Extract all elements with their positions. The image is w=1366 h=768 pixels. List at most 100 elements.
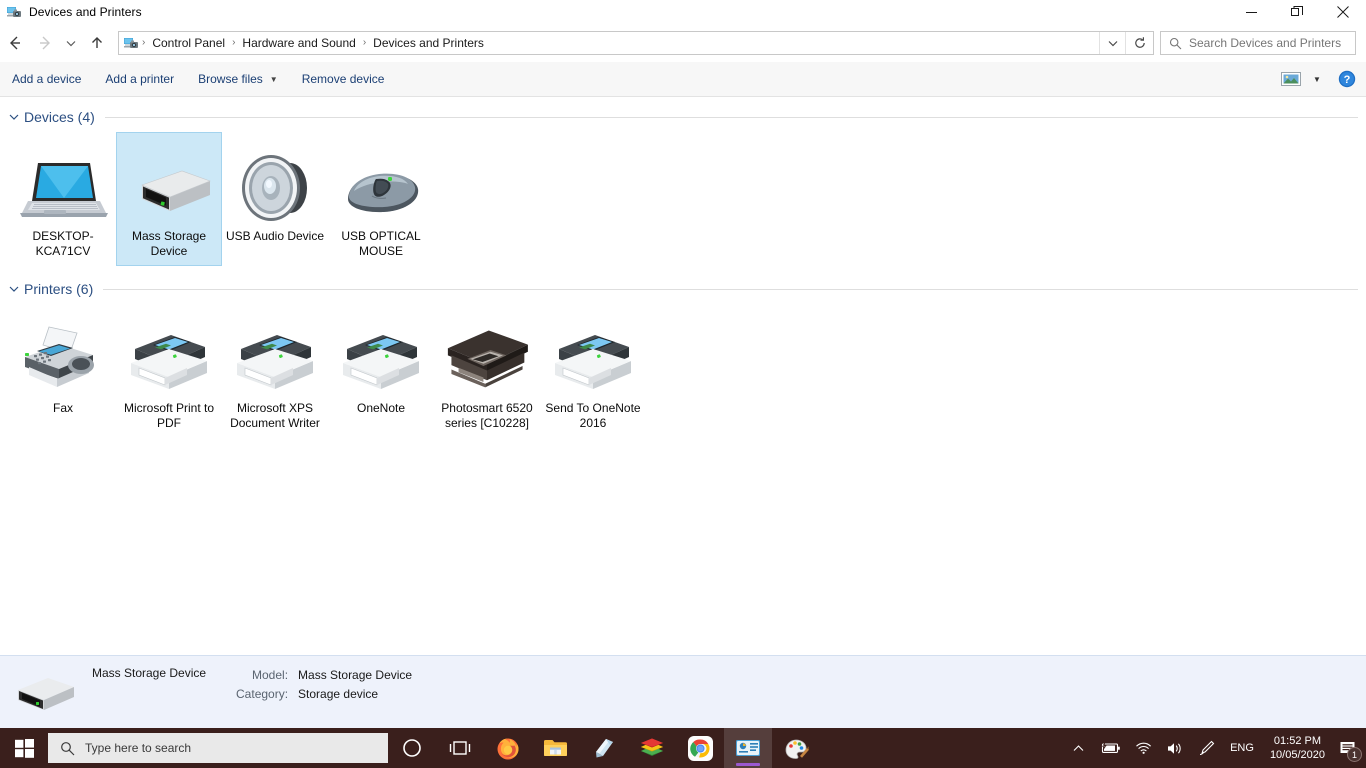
refresh-button[interactable] [1125,32,1153,54]
external-drive-icon [121,139,217,225]
mouse-icon [333,139,429,225]
printers-tile-row: Fax Microsoft Print to PDF Microsoft XPS… [0,300,1366,438]
taskbar-search-input[interactable]: Type here to search [85,741,191,755]
chevron-down-icon[interactable] [8,111,22,123]
browse-files-label: Browse files [198,72,263,86]
printer-label: Microsoft Print to PDF [123,401,215,430]
clock-date: 10/05/2020 [1269,749,1325,761]
search-box[interactable]: Search Devices and Printers [1160,31,1356,55]
address-history-dropdown[interactable] [1099,32,1125,54]
add-a-printer-button[interactable]: Add a printer [93,66,186,92]
details-key-model: Model: [252,668,289,682]
printer-tile-print-to-pdf[interactable]: Microsoft Print to PDF [116,304,222,438]
forward-button[interactable] [30,28,60,58]
printer-tile-xps-writer[interactable]: Microsoft XPS Document Writer [222,304,328,438]
start-button[interactable] [0,728,48,768]
chevron-down-icon[interactable] [8,283,22,295]
laptop-icon [15,139,111,225]
device-label: DESKTOP-KCA71CV [32,229,94,258]
details-row-model: Model: Mass Storage Device [232,666,412,685]
external-drive-icon [0,656,92,729]
remove-device-label: Remove device [301,72,385,86]
add-a-device-button[interactable]: Add a device [0,66,93,92]
details-value-category: Storage device [298,687,379,701]
taskbar-search-box[interactable]: Type here to search [48,733,388,763]
printer-label: OneNote [356,401,406,415]
details-pane: Mass Storage Device Model: Mass Storage … [0,655,1366,728]
address-bar[interactable]: › Control Panel › Hardware and Sound › D… [118,31,1154,55]
details-field-list: Model: Mass Storage Device Category: Sto… [232,656,412,704]
printer-tile-fax[interactable]: Fax [10,304,116,438]
items-view[interactable]: Devices (4) DESKTOP-KCA71CV Mass Storage… [0,97,1366,655]
device-tile-usb-mouse[interactable]: USB OPTICAL MOUSE [328,132,434,266]
browse-files-button[interactable]: Browse files ▼ [186,66,290,92]
group-divider [104,116,1358,118]
running-indicator [736,763,760,766]
group-header-printers[interactable]: Printers (6) [0,278,1366,300]
chevron-down-icon: ▼ [269,74,278,84]
action-center-icon[interactable]: 1 [1333,728,1366,768]
printer-icon [545,311,641,397]
battery-charging-icon[interactable] [1092,728,1128,768]
device-tile-desktop[interactable]: DESKTOP-KCA71CV [10,132,116,266]
paint-icon[interactable] [772,728,820,768]
firefox-icon[interactable] [484,728,532,768]
group-title-devices: Devices (4) [24,109,95,125]
printer-icon [227,311,323,397]
breadcrumb-item-control-panel[interactable]: Control Panel [146,32,231,54]
breadcrumb-devices-icon [123,35,139,51]
change-view-button[interactable] [1276,66,1306,92]
notification-badge: 1 [1347,747,1362,762]
system-tray: ENG 01:52 PM 10/05/2020 1 [1065,728,1366,768]
change-view-dropdown[interactable]: ▼ [1306,66,1328,92]
device-tile-usb-audio[interactable]: USB Audio Device [222,132,328,266]
window-controls [1228,0,1366,24]
language-indicator[interactable]: ENG [1222,742,1262,754]
group-header-devices[interactable]: Devices (4) [0,106,1366,128]
help-button[interactable]: ? [1328,66,1366,92]
clock-time: 01:52 PM [1273,735,1322,747]
details-value-model: Mass Storage Device [298,668,413,682]
group-divider [103,288,1358,290]
breadcrumb-item-hardware-and-sound[interactable]: Hardware and Sound [236,32,361,54]
remove-device-button[interactable]: Remove device [290,66,397,92]
printer-icon [333,311,429,397]
printer-tile-onenote[interactable]: OneNote [328,304,434,438]
details-key-category: Category: [236,687,289,701]
details-row-category: Category: Storage device [232,685,412,704]
search-icon [1169,37,1182,50]
printer-label: Send To OneNote 2016 [545,401,641,430]
cortana-icon[interactable] [388,728,436,768]
minimize-button[interactable] [1228,0,1274,24]
group-title-printers: Printers (6) [24,281,94,297]
up-button[interactable] [82,28,112,58]
speaker-volume-icon[interactable] [1159,728,1191,768]
sticky-notes-icon[interactable] [580,728,628,768]
chrome-icon[interactable] [676,728,724,768]
command-bar: Add a device Add a printer Browse files … [0,62,1366,97]
printer-label: Photosmart 6520 series [C10228] [441,401,533,430]
wifi-icon[interactable] [1128,728,1159,768]
file-explorer-icon[interactable] [532,728,580,768]
search-input[interactable]: Search Devices and Printers [1189,36,1341,50]
printer-tile-send-to-onenote[interactable]: Send To OneNote 2016 [540,304,646,438]
chevron-up-icon[interactable] [1065,728,1092,768]
windows-ink-icon[interactable] [1191,728,1222,768]
task-view-icon[interactable] [436,728,484,768]
clock[interactable]: 01:52 PM 10/05/2020 [1262,734,1333,762]
winrar-icon[interactable] [628,728,676,768]
add-a-printer-label: Add a printer [105,72,175,86]
svg-text:?: ? [1344,74,1351,86]
printer-tile-photosmart[interactable]: Photosmart 6520 series [C10228] [434,304,540,438]
taskbar-item-devices-and-printers[interactable] [724,728,772,768]
back-button[interactable] [0,28,30,58]
printer-label: Fax [52,401,73,415]
recent-locations-button[interactable] [60,28,82,58]
breadcrumb-item-devices-and-printers[interactable]: Devices and Printers [367,32,490,54]
restore-button[interactable] [1274,0,1320,24]
device-tile-mass-storage[interactable]: Mass Storage Device [116,132,222,266]
close-button[interactable] [1320,0,1366,24]
fax-icon [15,311,111,397]
device-label: USB OPTICAL MOUSE [341,229,421,258]
printer-label: Microsoft XPS Document Writer [230,401,320,430]
